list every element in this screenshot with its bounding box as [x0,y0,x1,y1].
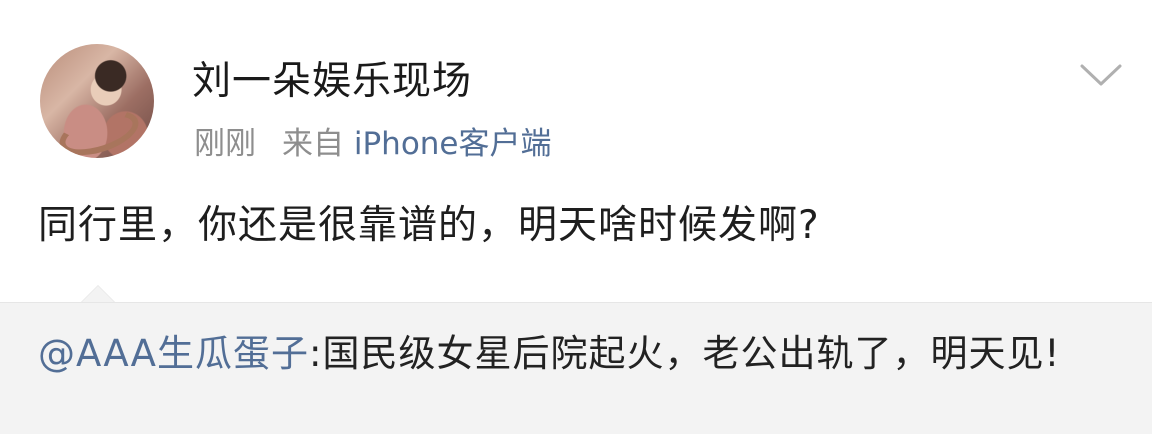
post-source[interactable]: iPhone客户端 [354,126,552,162]
mention-link[interactable]: @AAA生瓜蛋子 [38,332,309,375]
chevron-down-icon[interactable] [1078,60,1124,90]
source-prefix: 来自 [282,126,344,162]
quoted-post[interactable]: @AAA生瓜蛋子:国民级女星后院起火，老公出轨了，明天见! [0,302,1152,434]
post-content: 同行里，你还是很靠谱的，明天啥时候发啊? [38,203,820,248]
weibo-post: 刘一朵娱乐现场 刚刚 来自 iPhone客户端 同行里，你还是很靠谱的，明天啥时候… [0,0,1152,283]
post-time: 刚刚 [194,126,256,162]
quote-pointer [80,285,116,303]
quoted-text: :国民级女星后院起火，老公出轨了，明天见! [309,332,1061,375]
avatar[interactable] [40,44,154,158]
post-meta: 刚刚 来自 iPhone客户端 [194,118,552,163]
quoted-text-block: @AAA生瓜蛋子:国民级女星后院起火，老公出轨了，明天见! [38,329,1118,379]
username[interactable]: 刘一朵娱乐现场 [192,50,472,106]
